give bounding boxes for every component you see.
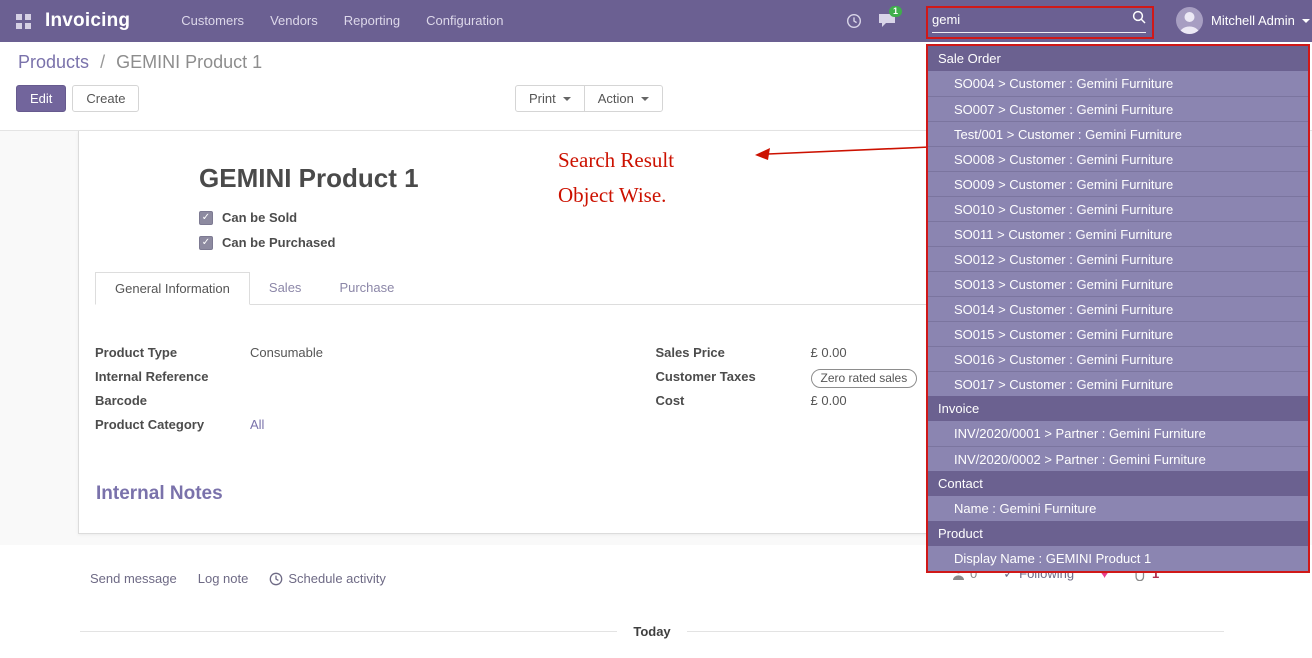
search-result-item[interactable]: INV/2020/0002 > Partner : Gemini Furnitu… (928, 446, 1308, 471)
search-result-item[interactable]: SO010 > Customer : Gemini Furniture (928, 196, 1308, 221)
search-result-item[interactable]: SO007 > Customer : Gemini Furniture (928, 96, 1308, 121)
tax-tag: Zero rated sales (811, 369, 918, 388)
nav-menu-reporting[interactable]: Reporting (331, 0, 413, 42)
field-internal-reference: Internal Reference (95, 369, 656, 388)
messages-icon[interactable]: 1 (878, 13, 896, 33)
global-search (932, 10, 1146, 33)
schedule-activity-button[interactable]: Schedule activity (269, 571, 386, 586)
checkbox-checked-icon[interactable]: ✓ (199, 211, 213, 225)
chevron-down-icon (641, 97, 649, 101)
field-value: £ 0.00 (811, 393, 847, 408)
search-result-item[interactable]: SO011 > Customer : Gemini Furniture (928, 221, 1308, 246)
search-result-item[interactable]: SO009 > Customer : Gemini Furniture (928, 171, 1308, 196)
result-group-header-sale-order: Sale Order (928, 46, 1308, 71)
divider-line (80, 631, 617, 632)
avatar (1176, 7, 1203, 34)
search-result-item[interactable]: SO016 > Customer : Gemini Furniture (928, 346, 1308, 371)
messages-count-badge: 1 (889, 6, 902, 17)
today-divider: Today (80, 624, 1224, 639)
breadcrumb-current: GEMINI Product 1 (116, 52, 262, 72)
nav-menu-vendors[interactable]: Vendors (257, 0, 331, 42)
can-be-purchased-row[interactable]: ✓ Can be Purchased (199, 235, 335, 250)
result-group-header-invoice: Invoice (928, 396, 1308, 421)
can-be-sold-label: Can be Sold (222, 210, 297, 225)
apps-menu-icon[interactable] (16, 14, 31, 29)
result-group-header-contact: Contact (928, 471, 1308, 496)
app-name[interactable]: Invoicing (45, 10, 130, 32)
search-result-item[interactable]: SO004 > Customer : Gemini Furniture (928, 71, 1308, 96)
action-dropdown-button[interactable]: Action (584, 85, 663, 112)
user-name: Mitchell Admin (1211, 13, 1295, 28)
result-group-header-product: Product (928, 521, 1308, 546)
print-dropdown-button[interactable]: Print (515, 85, 585, 112)
search-result-item[interactable]: SO012 > Customer : Gemini Furniture (928, 246, 1308, 271)
search-result-item[interactable]: Display Name : GEMINI Product 1 (928, 546, 1308, 571)
tab-sales[interactable]: Sales (250, 272, 321, 304)
nav-menu-customers[interactable]: Customers (168, 0, 257, 42)
search-result-item[interactable]: SO008 > Customer : Gemini Furniture (928, 146, 1308, 171)
field-label: Cost (656, 393, 811, 408)
search-icon[interactable] (1132, 10, 1146, 29)
field-value: Consumable (250, 345, 323, 360)
send-message-button[interactable]: Send message (90, 571, 177, 586)
log-note-button[interactable]: Log note (198, 571, 249, 586)
product-category-link[interactable]: All (250, 417, 264, 432)
field-label: Internal Reference (95, 369, 250, 384)
chevron-down-icon (1302, 19, 1310, 23)
top-navbar: Invoicing Customers Vendors Reporting Co… (0, 0, 1312, 42)
annotation-line-1: Search Result (558, 148, 674, 173)
user-menu[interactable]: Mitchell Admin (1176, 7, 1310, 34)
breadcrumb-products-link[interactable]: Products (18, 52, 89, 72)
field-label: Customer Taxes (656, 369, 811, 384)
can-be-purchased-label: Can be Purchased (222, 235, 335, 250)
field-label: Product Type (95, 345, 250, 360)
print-action-group: Print Action (515, 85, 663, 112)
search-result-item[interactable]: SO015 > Customer : Gemini Furniture (928, 321, 1308, 346)
search-results-dropdown: Sale Order SO004 > Customer : Gemini Fur… (926, 44, 1310, 573)
search-result-item[interactable]: SO014 > Customer : Gemini Furniture (928, 296, 1308, 321)
search-result-item[interactable]: INV/2020/0001 > Partner : Gemini Furnitu… (928, 421, 1308, 446)
divider-line (687, 631, 1224, 632)
checkbox-checked-icon[interactable]: ✓ (199, 236, 213, 250)
annotation-line-2: Object Wise. (558, 183, 666, 208)
tab-general-information[interactable]: General Information (95, 272, 250, 305)
clock-icon (269, 572, 283, 586)
field-product-category: Product Category All (95, 417, 656, 436)
search-result-item[interactable]: Test/001 > Customer : Gemini Furniture (928, 121, 1308, 146)
field-barcode: Barcode (95, 393, 656, 412)
activities-clock-icon[interactable] (846, 13, 862, 34)
tab-purchase[interactable]: Purchase (320, 272, 413, 304)
search-result-item[interactable]: Name : Gemini Furniture (928, 496, 1308, 521)
edit-button[interactable]: Edit (16, 85, 66, 112)
can-be-sold-row[interactable]: ✓ Can be Sold (199, 210, 297, 225)
field-value: £ 0.00 (811, 345, 847, 360)
search-result-item[interactable]: SO017 > Customer : Gemini Furniture (928, 371, 1308, 396)
breadcrumb-separator: / (100, 52, 105, 72)
annotation-arrow (750, 139, 934, 165)
field-label: Product Category (95, 417, 250, 432)
search-result-item[interactable]: SO013 > Customer : Gemini Furniture (928, 271, 1308, 296)
nav-menu-configuration[interactable]: Configuration (413, 0, 516, 42)
chevron-down-icon (563, 97, 571, 101)
field-product-type: Product Type Consumable (95, 345, 656, 364)
field-label: Barcode (95, 393, 250, 408)
today-label: Today (633, 624, 670, 639)
field-label: Sales Price (656, 345, 811, 360)
global-search-input[interactable] (932, 12, 1132, 27)
create-button[interactable]: Create (72, 85, 139, 112)
fields-left-column: Product Type Consumable Internal Referen… (95, 345, 656, 441)
